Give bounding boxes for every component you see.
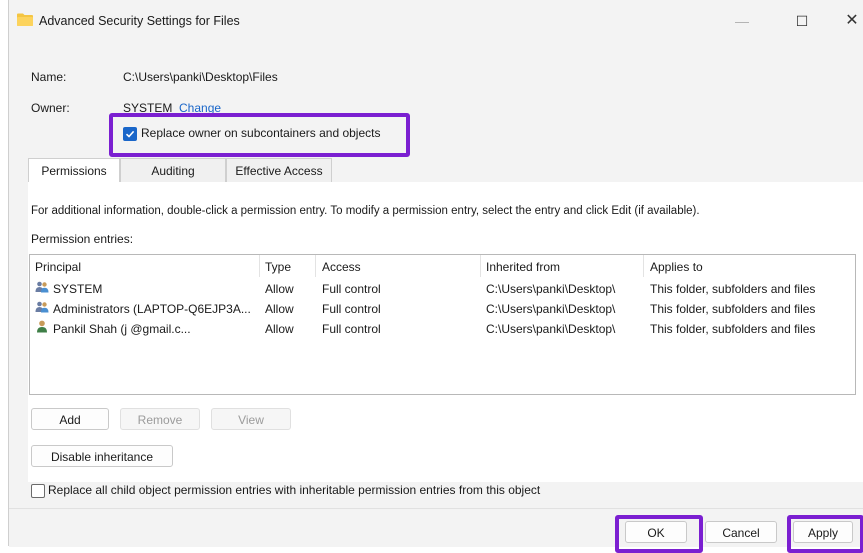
table-row[interactable]: SYSTEM Allow Full control C:\Users\panki… bbox=[30, 279, 855, 299]
column-header-type[interactable]: Type bbox=[265, 260, 291, 274]
applies-to-cell: This folder, subfolders and files bbox=[650, 302, 816, 316]
advanced-security-window: Advanced Security Settings for Files — ☐… bbox=[8, 0, 863, 553]
title-bar: Advanced Security Settings for Files — ☐… bbox=[9, 0, 863, 42]
inherited-from-cell: C:\Users\panki\Desktop\ bbox=[486, 282, 616, 296]
cancel-button[interactable]: Cancel bbox=[705, 521, 777, 543]
group-users-icon bbox=[35, 301, 49, 313]
column-divider bbox=[259, 255, 260, 277]
add-button[interactable]: Add bbox=[31, 408, 109, 430]
window-title: Advanced Security Settings for Files bbox=[39, 14, 240, 28]
column-header-principal[interactable]: Principal bbox=[35, 260, 81, 274]
info-text: For additional information, double-click… bbox=[31, 205, 700, 217]
principal-cell: SYSTEM bbox=[53, 282, 103, 296]
principal-cell: Pankil Shah (j @gmail.c... bbox=[53, 322, 191, 336]
minimize-button[interactable]: — bbox=[727, 8, 757, 34]
type-cell: Allow bbox=[265, 302, 294, 316]
applies-to-cell: This folder, subfolders and files bbox=[650, 282, 816, 296]
permission-entries-label: Permission entries: bbox=[31, 232, 134, 246]
type-cell: Allow bbox=[265, 282, 294, 296]
column-header-access[interactable]: Access bbox=[322, 260, 361, 274]
column-divider bbox=[480, 255, 481, 277]
table-row[interactable]: Pankil Shah (j @gmail.c... Allow Full co… bbox=[30, 319, 855, 339]
type-cell: Allow bbox=[265, 322, 294, 336]
permission-entries-list[interactable]: Principal Type Access Inherited from App… bbox=[29, 254, 856, 395]
replace-owner-checkbox[interactable] bbox=[123, 127, 137, 141]
replace-child-permissions-checkbox[interactable] bbox=[31, 484, 45, 498]
access-cell: Full control bbox=[322, 322, 381, 336]
table-row[interactable]: Administrators (LAPTOP-Q6EJP3A... Allow … bbox=[30, 299, 855, 319]
principal-cell: Administrators (LAPTOP-Q6EJP3A... bbox=[53, 302, 251, 316]
tab-effective-access[interactable]: Effective Access bbox=[226, 158, 332, 182]
access-cell: Full control bbox=[322, 282, 381, 296]
tab-permissions[interactable]: Permissions bbox=[28, 158, 120, 183]
folder-icon bbox=[17, 13, 33, 26]
ok-button[interactable]: OK bbox=[625, 521, 687, 543]
group-users-icon bbox=[35, 281, 49, 293]
maximize-button[interactable]: ☐ bbox=[787, 8, 817, 34]
applies-to-cell: This folder, subfolders and files bbox=[650, 322, 816, 336]
view-button[interactable]: View bbox=[211, 408, 291, 430]
close-button[interactable]: ✕ bbox=[837, 8, 863, 34]
tab-auditing[interactable]: Auditing bbox=[120, 158, 226, 182]
tab-strip: Permissions Auditing Effective Access bbox=[28, 158, 863, 183]
checkmark-icon bbox=[125, 130, 135, 138]
column-header-inherited-from[interactable]: Inherited from bbox=[486, 260, 560, 274]
column-divider bbox=[315, 255, 316, 277]
access-cell: Full control bbox=[322, 302, 381, 316]
name-value: C:\Users\panki\Desktop\Files bbox=[123, 70, 278, 84]
user-icon bbox=[37, 320, 47, 333]
replace-child-permissions-label: Replace all child object permission entr… bbox=[48, 483, 541, 497]
inherited-from-cell: C:\Users\panki\Desktop\ bbox=[486, 322, 616, 336]
remove-button[interactable]: Remove bbox=[120, 408, 200, 430]
replace-owner-label: Replace owner on subcontainers and objec… bbox=[141, 126, 381, 140]
inherited-from-cell: C:\Users\panki\Desktop\ bbox=[486, 302, 616, 316]
column-divider bbox=[643, 255, 644, 277]
owner-label: Owner: bbox=[31, 101, 70, 115]
apply-button[interactable]: Apply bbox=[793, 521, 853, 543]
disable-inheritance-button[interactable]: Disable inheritance bbox=[31, 445, 173, 467]
name-label: Name: bbox=[31, 70, 67, 84]
column-header-applies-to[interactable]: Applies to bbox=[650, 260, 703, 274]
